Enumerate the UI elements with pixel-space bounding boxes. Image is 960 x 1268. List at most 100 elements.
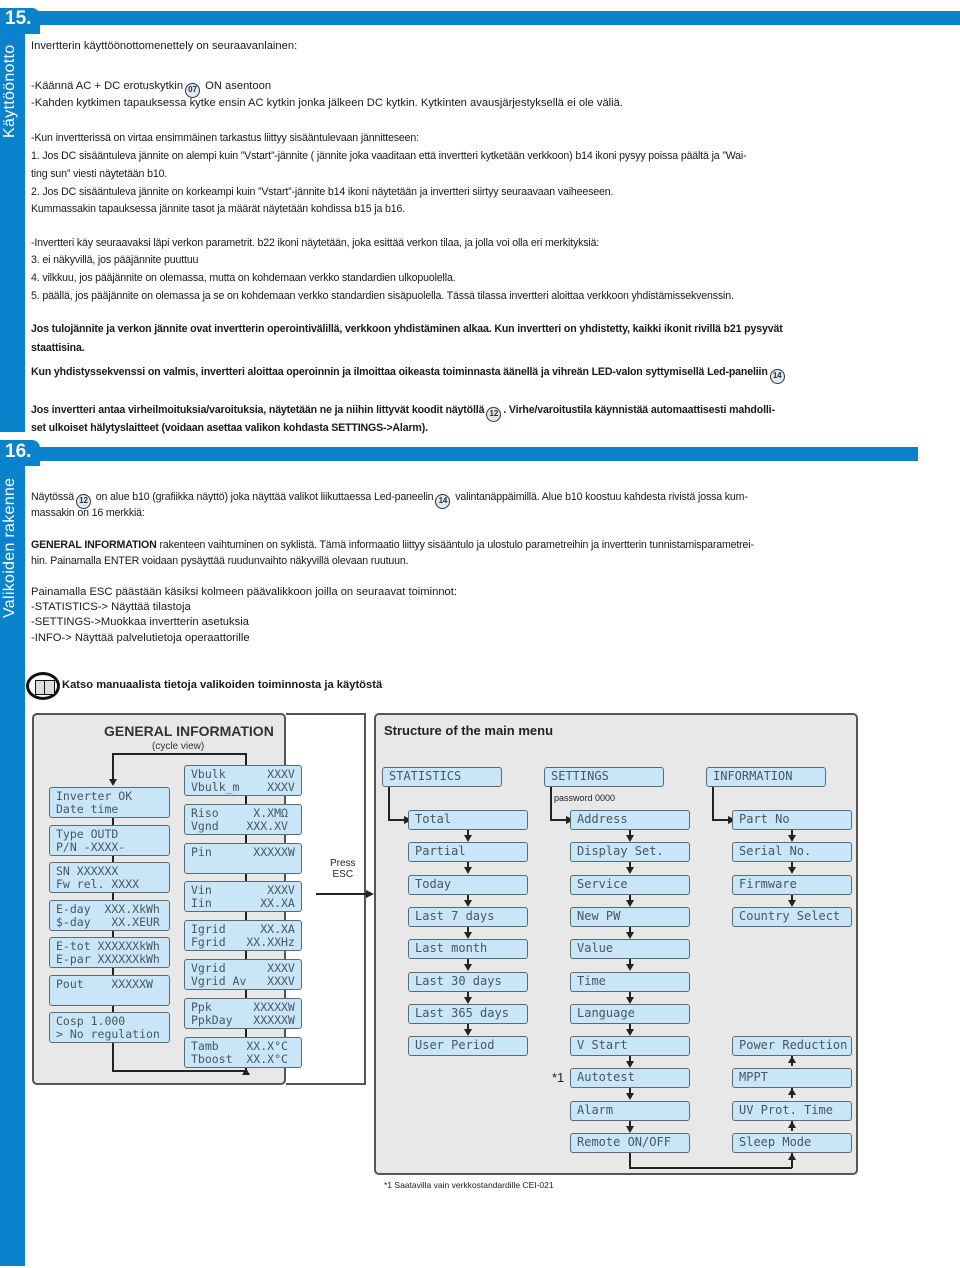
step-2: -Kahden kytkimen tapauksessa kytke ensin… — [31, 97, 623, 109]
section-15-side-label: Käyttöönotto — [1, 44, 18, 138]
menu-arrow-down-icon — [788, 835, 796, 842]
gi-title: GENERAL INFORMATION — [104, 723, 274, 739]
s16-p1-pre: Näytössä — [31, 491, 74, 503]
menu-item[interactable]: Part No — [732, 810, 852, 830]
grid-intro: -Invertteri käy seuraavaksi läpi verkon … — [31, 237, 600, 249]
bold-para-1a: Jos tulojännite ja verkon jännite ovat i… — [31, 323, 783, 335]
menu-arrow-down-icon — [626, 899, 634, 907]
menu-item[interactable]: Display Set. — [570, 842, 690, 863]
menu-arrow-up-icon — [788, 1088, 796, 1096]
menu-item[interactable]: Value — [570, 939, 690, 960]
press-esc-arrow-icon — [366, 890, 374, 898]
bold-para-2-text: Kun yhdistyssekvenssi on valmis, invertt… — [31, 366, 768, 378]
menu-connector-bottom — [791, 1153, 793, 1168]
gi-left-screen: Type OUTD P/N -XXXX- — [49, 824, 170, 856]
menu-item[interactable]: Autotest — [570, 1068, 690, 1089]
menu-item[interactable]: User Period — [408, 1036, 528, 1057]
menu-item[interactable]: V Start — [570, 1036, 690, 1057]
menu-arrow-down-icon — [464, 996, 472, 1004]
menu-arrow-down-icon — [626, 996, 634, 1004]
grid-5: 5. päällä, jos pääjännite on olemassa ja… — [31, 290, 734, 302]
gi-right-screen: Riso X.XMΩ Vgnd XXX.XV — [184, 803, 302, 835]
gi-right-screen: Vin XXXV Iin XX.XA — [184, 881, 302, 913]
menu-item[interactable]: Last 7 days — [408, 906, 528, 927]
s16-para-1b: massakin on 16 merkkiä: — [31, 507, 145, 519]
menu-item[interactable]: Total — [408, 810, 528, 830]
menu-arrow-down-icon — [464, 899, 472, 907]
menu-header-statistics[interactable]: STATISTICS — [382, 767, 502, 787]
s16-p2-bold: GENERAL INFORMATION — [31, 539, 157, 551]
menu-item[interactable]: Last 365 days — [408, 1003, 528, 1024]
menu-arrow-down-icon — [626, 964, 634, 972]
intro-text: Invertterin käyttöönottomenettely on seu… — [31, 40, 298, 52]
footnote: *1 Saatavilla vain verkkostandardille CE… — [384, 1180, 554, 1190]
check-2: 2. Jos DC sisääntuleva jännite on korkea… — [31, 186, 614, 198]
grid-3: 3. ei näkyvillä, jos pääjännite puuttuu — [31, 254, 199, 266]
menu-item[interactable]: Time — [570, 971, 690, 992]
menu-item[interactable]: Address — [570, 810, 690, 830]
s16-para-2b: hin. Painamalla ENTER voidaan pysäyttää … — [31, 555, 409, 567]
bold-para-3a: Jos invertteri antaa virheilmoituksia/va… — [31, 402, 775, 422]
gi-right-screen: Ppk XXXXXW PpkDay XXXXXW — [184, 997, 302, 1029]
menu-item[interactable]: Sleep Mode — [732, 1133, 852, 1153]
menu-connector — [550, 787, 552, 820]
menu-arrow-down-icon — [464, 835, 472, 842]
gi-arrow-down-icon — [109, 779, 117, 786]
led-panel-14-icon: 14 — [435, 494, 451, 509]
gi-left-screen: Inverter OK Date time — [49, 787, 170, 818]
s16-p1-mid: on alue b10 (grafiikka näyttö) joka näyt… — [92, 491, 434, 503]
menu-arrow-down-icon — [626, 835, 634, 842]
display-12-icon: 12 — [486, 407, 502, 422]
general-information-panel: GENERAL INFORMATION (cycle view) Inverte… — [32, 713, 302, 1085]
gi-right-screen: Vgrid XXXV Vgrid Av XXXV — [184, 959, 302, 990]
menu-item[interactable]: Last month — [408, 939, 528, 960]
menu-item[interactable]: Country Select — [732, 906, 852, 927]
menu-item[interactable]: Today — [408, 874, 528, 895]
menu-item[interactable]: UV Prot. Time — [732, 1100, 852, 1121]
menu-arrow-down-icon — [626, 1093, 634, 1101]
menu-item[interactable]: New PW — [570, 906, 690, 927]
section-16-header-bar — [38, 447, 918, 461]
menu-arrow-down-icon — [626, 1028, 634, 1036]
menu-arrow-up-icon — [788, 1120, 796, 1128]
menu-arrow-down-icon — [788, 867, 796, 875]
s16-item-info: -INFO-> Näyttää palvelutietoja operaatto… — [31, 632, 250, 644]
menu-header-information[interactable]: INFORMATION — [706, 767, 826, 787]
menu-item[interactable]: Firmware — [732, 874, 852, 895]
s16-p2-rest: rakenteen vaihtuminen on syklistä. Tämä … — [156, 539, 754, 551]
gi-connector-top — [112, 753, 247, 755]
bold-para-1b: staattisina. — [31, 342, 85, 354]
menu-connector — [712, 787, 714, 820]
led-panel-14-icon: 14 — [769, 369, 785, 384]
menu-item[interactable]: Language — [570, 1003, 690, 1024]
gi-arrow-up-icon — [242, 1068, 250, 1075]
menu-item[interactable]: MPPT — [732, 1068, 852, 1089]
section-16-number: 16. — [5, 441, 32, 462]
gi-bottom-connector — [112, 1070, 247, 1072]
menu-connector-bottom — [629, 1153, 631, 1168]
press-esc-label: Press ESC — [330, 858, 356, 880]
manual-book-icon — [26, 672, 60, 700]
menu-item[interactable]: Serial No. — [732, 842, 852, 863]
menu-connector — [388, 787, 390, 820]
menu-item[interactable]: Remote ON/OFF — [570, 1133, 690, 1153]
autotest-marker: *1 — [552, 1070, 565, 1086]
menu-item[interactable]: Partial — [408, 842, 528, 863]
section-15-header-bar — [38, 11, 960, 25]
menu-item[interactable]: Power Reduction — [732, 1036, 852, 1057]
menu-item[interactable]: Last 30 days — [408, 971, 528, 992]
main-menu-panel: Structure of the main menu STATISTICS Tot… — [374, 713, 858, 1175]
gi-subtitle: (cycle view) — [152, 741, 205, 752]
gi-right-screen: Igrid XX.XA Fgrid XX.XXHz — [184, 920, 302, 952]
gi-left-screen: E-tot XXXXXXkWh E-par XXXXXXkWh — [49, 937, 170, 968]
menu-header-settings[interactable]: SETTINGS — [544, 767, 664, 787]
s16-para-2a: GENERAL INFORMATION rakenteen vaihtumine… — [31, 537, 754, 555]
menu-arrow-down-icon — [626, 1061, 634, 1069]
menu-arrow-up-icon — [788, 1056, 796, 1064]
menu-item[interactable]: Alarm — [570, 1100, 690, 1121]
gi-left-screen: Cosp 1.000 > No regulation — [49, 1012, 170, 1043]
menu-item[interactable]: Service — [570, 874, 690, 895]
menu-connector-bottom — [629, 1167, 792, 1169]
bold-para-2: Kun yhdistyssekvenssi on valmis, invertt… — [31, 364, 787, 384]
menu-arrow-down-icon — [464, 1028, 472, 1036]
